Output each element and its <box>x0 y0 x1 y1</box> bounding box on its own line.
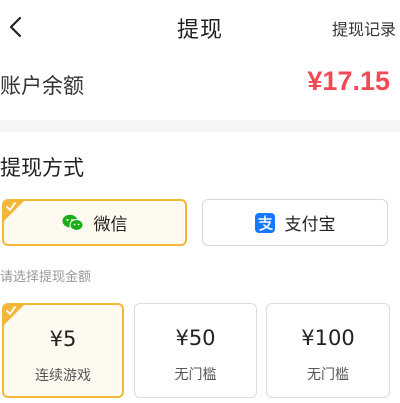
amount-condition: 无门槛 <box>174 367 217 383</box>
balance-label: 账户余额 <box>0 74 84 98</box>
withdraw-page: 提现 提现记录 账户余额 ¥17.15 提现方式 微信 支付宝 请选择提现金额 <box>0 0 400 403</box>
header-bar: 提现 提现记录 <box>0 0 400 54</box>
amount-value: ¥5 <box>49 327 77 351</box>
amount-value: ¥100 <box>301 326 355 350</box>
alipay-icon <box>254 212 275 233</box>
amount-condition: 无门槛 <box>307 367 349 383</box>
check-icon <box>6 306 16 315</box>
wechat-icon <box>62 214 83 231</box>
method-option-wechat[interactable]: 微信 <box>2 199 187 246</box>
method-label-wechat: 微信 <box>93 215 128 235</box>
amount-option-100[interactable]: ¥100 无门槛 <box>266 303 390 398</box>
balance-row: 账户余额 ¥17.15 <box>0 62 400 106</box>
amount-condition: 连续游戏 <box>35 368 91 384</box>
balance-value: ¥17.15 <box>307 66 390 96</box>
section-divider <box>0 120 400 132</box>
withdraw-method-title: 提现方式 <box>0 156 84 180</box>
withdraw-records-link[interactable]: 提现记录 <box>332 16 396 40</box>
amount-hint: 请选择提现金额 <box>0 270 92 285</box>
method-option-alipay[interactable]: 支付宝 <box>202 199 388 246</box>
amount-option-5[interactable]: ¥5 连续游戏 <box>2 303 124 398</box>
amount-value: ¥50 <box>175 326 216 350</box>
amount-option-50[interactable]: ¥50 无门槛 <box>134 303 257 398</box>
check-icon <box>6 202 16 211</box>
method-label-alipay: 支付宝 <box>284 215 336 235</box>
